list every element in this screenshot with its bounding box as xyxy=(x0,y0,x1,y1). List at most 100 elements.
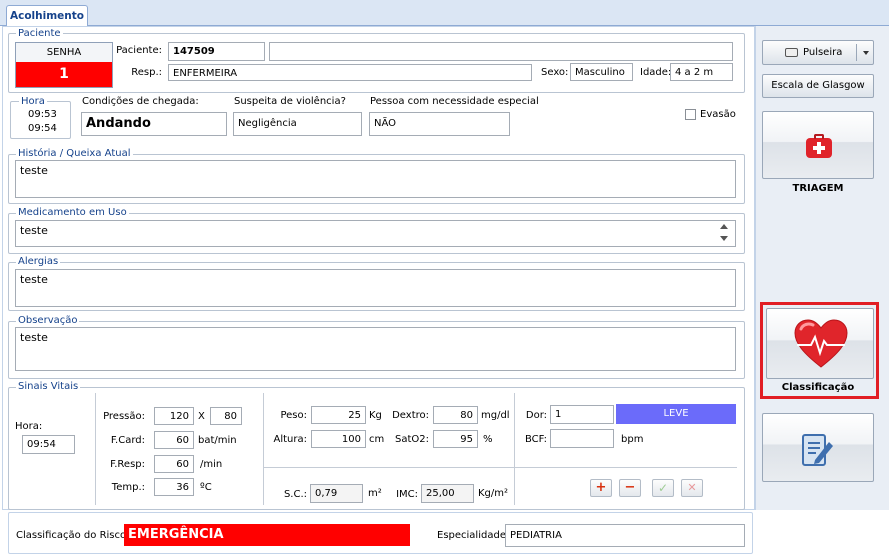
evasao-checkbox[interactable] xyxy=(685,109,696,120)
especial-field[interactable]: NÃO xyxy=(369,112,510,136)
fcard-field[interactable]: 60 xyxy=(154,431,194,449)
dextro-unit: mg/dl xyxy=(481,410,510,421)
pressao-label: Pressão: xyxy=(103,411,145,422)
medicamento-legend: Medicamento em Uso xyxy=(16,207,129,218)
observacao-legend: Observação xyxy=(16,315,80,326)
dor-field[interactable]: 1 xyxy=(550,405,614,424)
altura-label: Altura: xyxy=(273,434,308,445)
risco-label: Classificação do Risco: xyxy=(16,530,130,541)
dor-level-badge: LEVE xyxy=(616,404,736,424)
historia-legend: História / Queixa Atual xyxy=(16,148,133,159)
remove-button[interactable]: − xyxy=(619,479,641,497)
sinais-hora-field[interactable]: 09:54 xyxy=(22,435,75,454)
pulseira-button[interactable]: Pulseira xyxy=(762,40,874,65)
alergias-legend: Alergias xyxy=(16,256,61,267)
dextro-label: Dextro: xyxy=(392,410,429,421)
temp-label: Temp.: xyxy=(111,482,145,493)
senha-value: 1 xyxy=(16,62,112,87)
imc-label: IMC: xyxy=(396,489,418,500)
fcard-label: F.Card: xyxy=(110,435,145,446)
sato2-field[interactable]: 95 xyxy=(433,430,478,448)
paciente-legend: Paciente xyxy=(16,28,63,39)
medicamento-textarea[interactable]: teste xyxy=(15,220,736,247)
imc-unit: Kg/m² xyxy=(478,488,509,499)
violencia-field[interactable]: Negligência xyxy=(233,112,362,136)
observacao-textarea[interactable]: teste xyxy=(15,327,736,371)
chevron-down-icon[interactable] xyxy=(863,51,869,55)
fcard-unit: bat/min xyxy=(198,435,237,446)
fresp-field[interactable]: 60 xyxy=(154,455,194,473)
confirm-button[interactable]: ✓ xyxy=(652,479,674,497)
classificacao-label: Classificação xyxy=(781,382,855,393)
pressao-x-label: X xyxy=(198,411,205,422)
hora-chegada-2: 09:54 xyxy=(28,123,57,134)
add-button[interactable]: + xyxy=(590,479,612,497)
altura-field[interactable]: 100 xyxy=(311,430,366,448)
hora-legend: Hora xyxy=(19,96,47,107)
altura-unit: cm xyxy=(369,434,385,445)
glasgow-button[interactable]: Escala de Glasgow xyxy=(762,74,874,98)
tab-bar xyxy=(0,0,889,26)
sato2-unit: % xyxy=(483,434,493,445)
peso-label: Peso: xyxy=(280,410,307,421)
sc-field[interactable]: 0,79 xyxy=(310,484,363,503)
paciente-id-field[interactable]: 147509 xyxy=(168,42,265,61)
pulseira-label: Pulseira xyxy=(803,47,843,58)
temp-unit: ºC xyxy=(200,482,212,493)
fresp-label: F.Resp: xyxy=(110,459,145,470)
bcf-unit: bpm xyxy=(621,434,644,445)
resp-field[interactable]: ENFERMEIRA xyxy=(168,64,532,81)
tab-acolhimento[interactable]: Acolhimento xyxy=(6,5,88,27)
heart-icon xyxy=(794,319,848,368)
senha-label: SENHA xyxy=(16,43,112,62)
triagem-button[interactable] xyxy=(762,111,874,179)
especial-label: Pessoa com necessidade especial xyxy=(370,96,539,107)
classificacao-button[interactable] xyxy=(766,308,874,379)
hora-chegada-1: 09:53 xyxy=(28,109,57,120)
paciente-name-field[interactable] xyxy=(269,42,733,61)
dextro-field[interactable]: 80 xyxy=(433,406,478,424)
temp-field[interactable]: 36 xyxy=(154,478,194,496)
peso-field[interactable]: 25 xyxy=(311,406,366,424)
sexo-label: Sexo: xyxy=(541,67,569,78)
sinais-row-divider xyxy=(264,467,514,468)
pressao-sys-field[interactable]: 120 xyxy=(154,407,194,425)
edit-button[interactable] xyxy=(762,413,874,482)
peso-unit: Kg xyxy=(369,410,382,421)
medicamento-scroll-down-icon[interactable] xyxy=(720,236,728,241)
condicoes-label: Condições de chegada: xyxy=(82,96,199,107)
imc-field[interactable]: 25,00 xyxy=(421,484,474,503)
violencia-label: Suspeita de violência? xyxy=(234,96,346,107)
sc-label: S.C.: xyxy=(283,489,307,500)
condicoes-field[interactable]: Andando xyxy=(81,112,227,136)
sato2-label: SatO2: xyxy=(395,434,429,445)
medicamento-scroll-up-icon[interactable] xyxy=(720,224,728,229)
especialidade-label: Especialidade: xyxy=(437,530,510,541)
alergias-textarea[interactable]: teste xyxy=(15,269,736,307)
printer-icon xyxy=(785,48,798,57)
sexo-field[interactable]: Masculino xyxy=(570,63,633,81)
triagem-label: TRIAGEM xyxy=(792,183,844,194)
sinais-row-divider-2 xyxy=(515,467,737,468)
first-aid-kit-icon xyxy=(806,134,832,158)
pulseira-divider xyxy=(856,44,857,61)
edit-document-icon xyxy=(802,434,833,466)
bcf-field[interactable] xyxy=(550,429,614,448)
sinais-legend: Sinais Vitais xyxy=(16,381,81,392)
idade-field[interactable]: 4 a 2 m xyxy=(670,63,733,81)
pressao-dia-field[interactable]: 80 xyxy=(210,407,242,425)
risco-value: EMERGÊNCIA xyxy=(124,524,410,546)
sc-unit: m² xyxy=(368,488,382,499)
historia-textarea[interactable]: teste xyxy=(15,160,736,198)
especialidade-field[interactable]: PEDIATRIA xyxy=(505,524,745,547)
fresp-unit: /min xyxy=(200,459,223,470)
idade-label: Idade: xyxy=(640,67,672,78)
sinais-column-divider-2 xyxy=(263,393,264,505)
sinais-column-divider-3 xyxy=(514,393,515,505)
paciente-label: Paciente: xyxy=(116,45,162,56)
dor-label: Dor: xyxy=(525,410,547,421)
cancel-button[interactable]: ✕ xyxy=(681,479,703,497)
senha-box: SENHA 1 xyxy=(15,42,113,88)
resp-label: Resp.: xyxy=(131,67,162,78)
sinais-hora-label: Hora: xyxy=(15,421,43,432)
